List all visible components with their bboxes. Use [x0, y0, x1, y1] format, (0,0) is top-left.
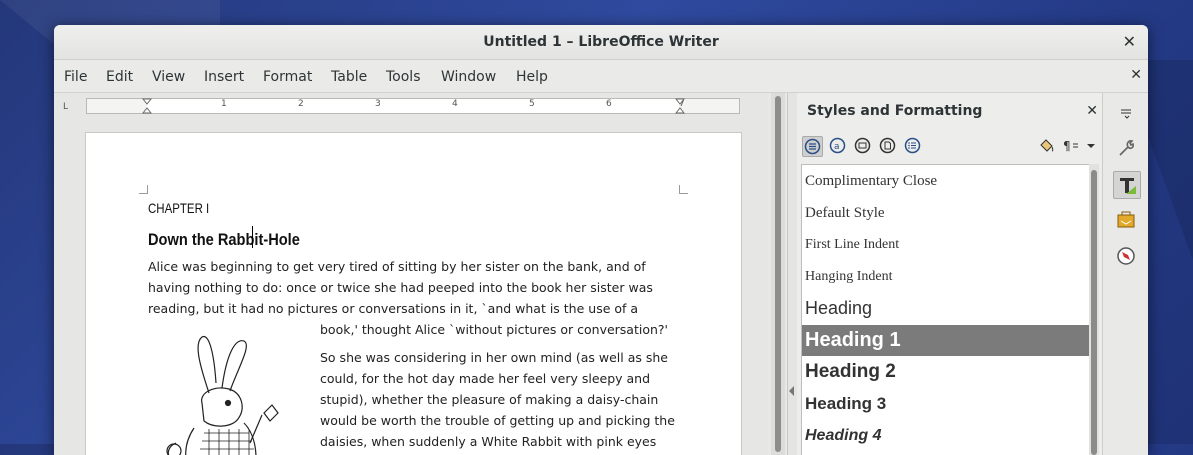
ruler-number: 3 — [375, 99, 381, 109]
paragraph-line: reading, but it had no pictures or conve… — [148, 301, 639, 316]
style-item-heading-1[interactable]: Heading 1 — [802, 325, 1090, 356]
sidebar-splitter[interactable] — [787, 93, 797, 455]
paragraph-line: Alice was beginning to get very tired of… — [148, 259, 646, 274]
ruler-number: 6 — [606, 99, 612, 109]
style-item-heading-3[interactable]: Heading 3 — [802, 390, 1090, 418]
ruler-number: 2 — [298, 99, 304, 109]
list-styles-button[interactable] — [903, 136, 922, 155]
svg-text:a: a — [834, 142, 840, 152]
frame-styles-icon — [854, 137, 871, 154]
window-title: Untitled 1 – LibreOffice Writer — [483, 34, 719, 50]
character-styles-button[interactable]: a — [828, 136, 847, 155]
text-cursor — [252, 226, 253, 248]
ruler-number: 4 — [452, 99, 458, 109]
ruler-text-area — [147, 99, 679, 113]
style-item-heading[interactable]: Heading — [802, 294, 1090, 322]
style-item-first-line-indent[interactable]: First Line Indent — [802, 233, 1090, 257]
menu-bar: File Edit View Insert Format Table Tools… — [54, 60, 1148, 93]
text-boundary-mark — [139, 185, 148, 194]
sidebar-deck-tabs — [1102, 93, 1148, 455]
character-styles-icon: a — [829, 137, 846, 154]
new-style-from-selection-button[interactable]: ¶ — [1061, 136, 1083, 155]
paragraph-1-end: book,' thought Alice `without pictures o… — [320, 322, 668, 337]
paragraph-line: having nothing to do: once or twice she … — [148, 280, 653, 295]
compass-icon — [1117, 247, 1135, 265]
chapter-label: CHAPTER I — [148, 200, 210, 216]
gallery-deck-button[interactable] — [1113, 207, 1139, 233]
styles-actions-dropdown[interactable] — [1085, 136, 1097, 155]
paragraph-line: daisies, when suddenly a White Rabbit wi… — [320, 434, 657, 449]
horizontal-ruler[interactable]: 1 2 3 4 5 6 7 — [86, 98, 740, 114]
fill-format-mode-button[interactable] — [1037, 136, 1056, 155]
document-page[interactable]: CHAPTER I Down the Rabbit-Hole Alice was… — [85, 132, 742, 455]
paragraph-line: So she was considering in her own mind (… — [320, 350, 668, 365]
paragraph-styles-icon — [804, 138, 821, 155]
menu-view[interactable]: View — [152, 69, 185, 85]
ruler-number: 5 — [529, 99, 535, 109]
scrollbar-thumb[interactable] — [775, 96, 781, 452]
sidebar-title: Styles and Formatting — [807, 103, 983, 119]
scrollbar-thumb[interactable] — [1091, 170, 1097, 455]
menu-tools[interactable]: Tools — [386, 69, 421, 85]
style-list-scrollbar[interactable] — [1089, 164, 1099, 455]
styles-deck-button[interactable] — [1113, 171, 1141, 199]
title-bar: Untitled 1 – LibreOffice Writer ✕ — [54, 25, 1148, 60]
chevron-down-icon — [1087, 144, 1095, 148]
gallery-icon — [1117, 211, 1135, 228]
paragraph-line: would be worth the trouble of getting up… — [320, 413, 675, 428]
document-vertical-scrollbar[interactable] — [771, 93, 785, 455]
menu-insert[interactable]: Insert — [204, 69, 244, 85]
white-rabbit-illustration — [166, 335, 279, 455]
wrench-icon — [1119, 140, 1134, 156]
styles-t-icon — [1120, 178, 1136, 194]
page-styles-icon — [879, 137, 896, 154]
list-styles-icon — [904, 137, 921, 154]
style-item-heading-4[interactable]: Heading 4 — [802, 422, 1090, 450]
paragraph-styles-button[interactable] — [802, 136, 823, 157]
menu-icon — [1121, 109, 1131, 119]
chapter-heading: Down the Rabbit-Hole — [148, 230, 300, 249]
writer-window: Untitled 1 – LibreOffice Writer ✕ File E… — [54, 25, 1148, 455]
sidebar-settings-button[interactable] — [1113, 99, 1139, 125]
document-area: L 1 2 3 4 5 6 7 CHAPTER I Down the Rabbi… — [54, 93, 768, 455]
paragraph-line: stupid), whether the pleasure of making … — [320, 392, 659, 407]
paragraph-line: could, for the hot day made her feel ver… — [320, 371, 651, 386]
menu-window[interactable]: Window — [441, 69, 496, 85]
style-item-hanging-indent[interactable]: Hanging Indent — [802, 265, 1090, 289]
navigator-deck-button[interactable] — [1113, 243, 1139, 269]
paragraph-1: Alice was beginning to get very tired of… — [148, 256, 653, 319]
style-item-complimentary-close[interactable]: Complimentary Close — [802, 169, 1090, 193]
sidebar-close-button[interactable]: ✕ — [1086, 103, 1098, 119]
page-styles-button[interactable] — [878, 136, 897, 155]
menu-format[interactable]: Format — [263, 69, 312, 85]
style-item-default-style[interactable]: Default Style — [802, 201, 1090, 225]
style-item-heading-2[interactable]: Heading 2 — [802, 358, 1090, 386]
paragraph-2: So she was considering in her own mind (… — [320, 347, 675, 452]
menu-file[interactable]: File — [64, 69, 87, 85]
menu-edit[interactable]: Edit — [106, 69, 133, 85]
properties-deck-button[interactable] — [1113, 135, 1139, 161]
left-indent-marker[interactable] — [142, 98, 152, 114]
window-close-button[interactable]: ✕ — [1123, 32, 1136, 51]
style-list[interactable]: Complimentary Close Default Style First … — [801, 164, 1091, 455]
right-indent-marker[interactable] — [675, 98, 685, 114]
tab-stop-selector[interactable]: L — [63, 102, 68, 112]
menu-table[interactable]: Table — [331, 69, 367, 85]
pilcrow-icon: ¶ — [1063, 139, 1078, 153]
close-document-button[interactable]: ✕ — [1130, 67, 1142, 83]
styles-sidebar: Styles and Formatting ✕ a ¶ Complimentar… — [797, 93, 1102, 455]
collapse-arrow-icon[interactable] — [789, 386, 795, 396]
menu-help[interactable]: Help — [516, 69, 548, 85]
frame-styles-button[interactable] — [853, 136, 872, 155]
ruler-number: 1 — [221, 99, 227, 109]
paint-bucket-icon — [1040, 139, 1054, 152]
text-boundary-mark — [679, 185, 688, 194]
svg-text:¶: ¶ — [1063, 139, 1071, 153]
